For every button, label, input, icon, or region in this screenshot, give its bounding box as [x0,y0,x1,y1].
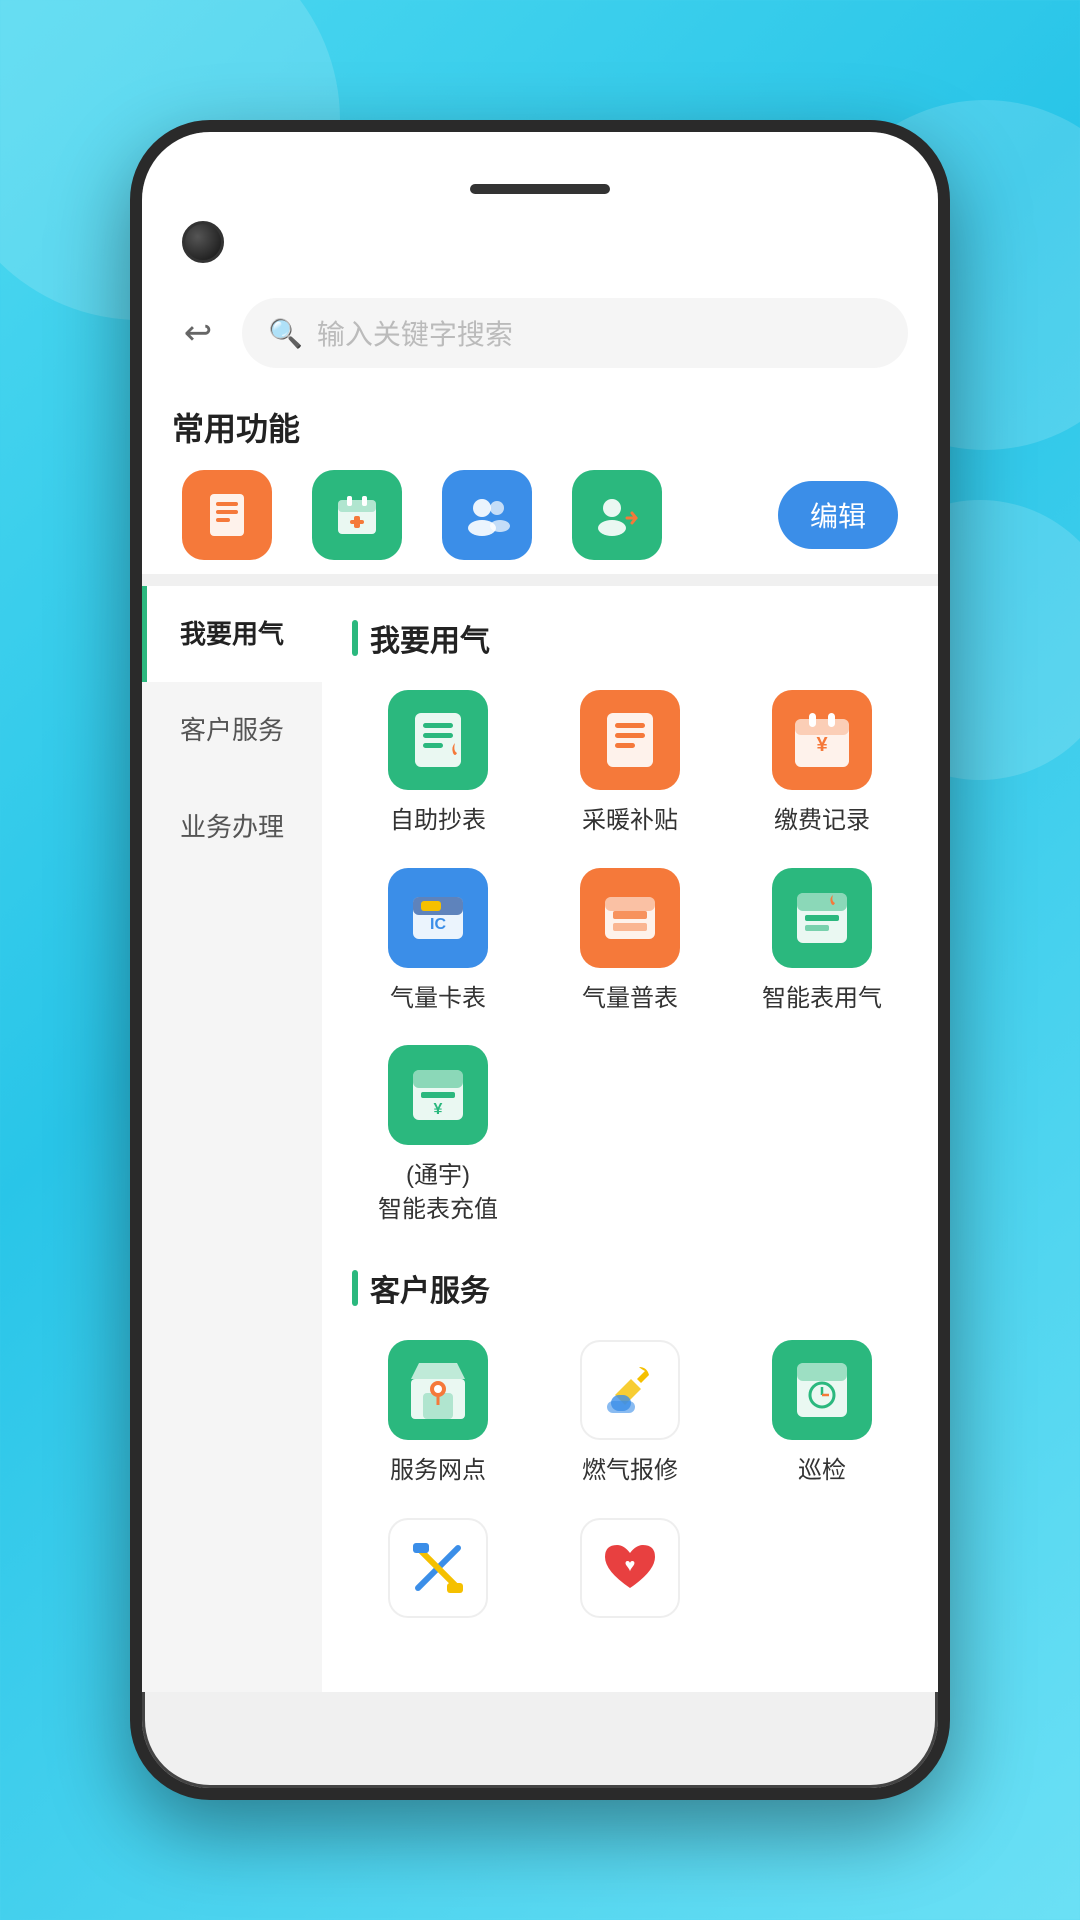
charge-smart-icon: ¥ [388,1045,488,1145]
common-meter-svg [595,883,665,953]
tool-icon [388,1518,488,1618]
service-outlet-svg [403,1355,473,1425]
phone-shell: ↩ 🔍 输入关键字搜索 常用功能 [130,120,950,1800]
section-divider [142,574,938,586]
gas-repair-name: 燃气报修 [582,1454,678,1488]
service-charge-smart[interactable]: ¥ (通宇)智能表充值 [352,1045,524,1226]
search-row: ↩ 🔍 输入关键字搜索 [142,282,938,384]
gas-use-grid: 自助抄表 采暖补贴 [352,690,908,1226]
ic-meter-icon: IC [388,868,488,968]
gas-use-header: 我要用气 [352,616,908,660]
tool-svg [403,1533,473,1603]
heating-subsidy-name: 采暖补贴 [582,804,678,838]
common-icon-meter[interactable] [182,470,272,560]
customer-service-title: 客户服务 [370,1266,490,1310]
service-smart-meter[interactable]: 智能表用气 [736,868,908,1016]
service-outlet-icon [388,1340,488,1440]
search-placeholder: 输入关键字搜索 [317,313,513,353]
charge-smart-svg: ¥ [403,1060,473,1130]
user-transfer-svg [592,490,642,540]
service-self-meter[interactable]: 自助抄表 [352,690,524,838]
content-panel: 我要用气 [322,586,938,1692]
svg-text:IC: IC [430,916,446,933]
app-area: ↩ 🔍 输入关键字搜索 常用功能 [142,282,938,1692]
service-common-meter[interactable]: 气量普表 [544,868,716,1016]
meter-icon-box [182,470,272,560]
gas-repair-svg [595,1355,665,1425]
customer-service-header: 客户服务 [352,1266,908,1310]
speaker [470,184,610,194]
calendar-icon-box [312,470,402,560]
users-icon-box [442,470,532,560]
sidebar-item-business[interactable]: 业务办理 [142,779,322,875]
camera-dot [182,221,224,263]
common-icon-users[interactable] [442,470,532,560]
ic-meter-svg: IC [403,883,473,953]
search-bar[interactable]: 🔍 输入关键字搜索 [242,298,908,368]
heart-svg: ♥ [595,1533,665,1603]
svg-text:¥: ¥ [434,1101,443,1118]
common-meter-icon [580,868,680,968]
common-icon-calendar[interactable] [312,470,402,560]
service-heart[interactable]: ♥ [544,1518,716,1632]
inspection-svg [787,1355,857,1425]
smart-meter-icon [772,868,872,968]
inspection-icon [772,1340,872,1440]
section-bar-customer [352,1270,358,1306]
users-svg [462,490,512,540]
common-icon-user-transfer[interactable] [572,470,662,560]
payment-record-name: 缴费记录 [774,804,870,838]
common-section: 常用功能 [142,384,938,574]
calendar-svg [332,490,382,540]
meter-svg [202,490,252,540]
service-tool[interactable] [352,1518,524,1632]
service-gas-repair[interactable]: 燃气报修 [544,1340,716,1488]
ic-meter-name: 气量卡表 [390,982,486,1016]
gas-repair-icon [580,1340,680,1440]
payment-record-icon: ¥ [772,690,872,790]
service-outlet[interactable]: 服务网点 [352,1340,524,1488]
user-transfer-icon-box [572,470,662,560]
smart-meter-name: 智能表用气 [762,982,882,1016]
main-content: 我要用气 客户服务 业务办理 我要用气 [142,586,938,1692]
service-outlet-name: 服务网点 [390,1454,486,1488]
service-heating-subsidy[interactable]: 采暖补贴 [544,690,716,838]
svg-text:¥: ¥ [816,734,828,756]
heating-subsidy-svg [595,705,665,775]
common-icons-row: 编辑 [172,470,908,560]
section-bar-gas [352,620,358,656]
service-ic-meter[interactable]: IC 气量卡表 [352,868,524,1016]
gas-use-title: 我要用气 [370,616,490,660]
sidebar-item-gas-use[interactable]: 我要用气 [142,586,322,682]
charge-smart-name: (通宇)智能表充值 [378,1159,498,1226]
service-inspection[interactable]: 巡检 [736,1340,908,1488]
back-button[interactable]: ↩ [172,307,224,359]
heart-icon: ♥ [580,1518,680,1618]
heating-subsidy-icon [580,690,680,790]
self-meter-name: 自助抄表 [390,804,486,838]
status-bar [142,132,938,202]
camera-row [142,202,938,282]
payment-record-svg: ¥ [787,705,857,775]
common-meter-name: 气量普表 [582,982,678,1016]
common-section-title: 常用功能 [172,404,908,450]
self-meter-svg [403,705,473,775]
sidebar-item-customer-service[interactable]: 客户服务 [142,682,322,778]
edit-button[interactable]: 编辑 [778,481,898,549]
service-payment-record[interactable]: ¥ 缴费记录 [736,690,908,838]
customer-service-grid: 服务网点 [352,1340,908,1632]
sidebar: 我要用气 客户服务 业务办理 [142,586,322,1692]
inspection-name: 巡检 [798,1454,846,1488]
self-meter-icon [388,690,488,790]
back-icon: ↩ [184,313,213,353]
svg-text:♥: ♥ [625,1555,636,1575]
smart-meter-svg [787,883,857,953]
search-icon: 🔍 [268,317,303,350]
